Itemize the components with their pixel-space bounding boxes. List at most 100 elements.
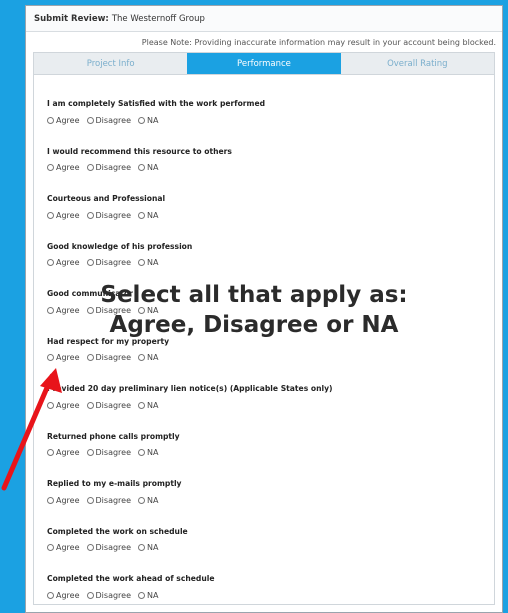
tab-performance[interactable]: Performance xyxy=(187,53,341,74)
questions-list: I am completely Satisfied with the work … xyxy=(33,75,495,605)
radio-label-disagree: Disagree xyxy=(95,543,132,552)
tab-project-info[interactable]: Project Info xyxy=(34,53,188,74)
radio-button[interactable] xyxy=(138,496,146,504)
question-label: Courteous and Professional xyxy=(47,194,166,203)
radio-option-na[interactable]: NA xyxy=(138,163,158,172)
radio-option-disagree[interactable]: Disagree xyxy=(86,305,132,315)
radio-option-na[interactable]: NA xyxy=(138,401,158,410)
radio-label-na: NA xyxy=(147,210,159,220)
radio-button[interactable] xyxy=(47,354,54,361)
question-label: Had respect for my property xyxy=(47,336,170,346)
radio-group: Agree Disagree NA xyxy=(47,301,494,319)
title-label: Submit Review: xyxy=(34,13,109,24)
question-label: Completed the work on schedule xyxy=(47,526,188,536)
radio-button[interactable] xyxy=(138,164,146,171)
radio-option-agree[interactable]: Agree xyxy=(47,211,80,220)
radio-option-na[interactable]: NA xyxy=(138,116,158,125)
radio-button[interactable] xyxy=(47,591,54,599)
radio-button[interactable] xyxy=(86,116,94,124)
radio-button[interactable] xyxy=(86,211,94,219)
radio-button[interactable] xyxy=(47,401,54,409)
radio-option-na[interactable]: NA xyxy=(138,353,158,362)
radio-option-disagree[interactable]: Disagree xyxy=(86,590,132,600)
radio-option-disagree[interactable]: Disagree xyxy=(86,401,131,410)
radio-option-disagree[interactable]: Disagree xyxy=(86,258,131,267)
radio-option-na[interactable]: NA xyxy=(138,543,158,552)
radio-button[interactable] xyxy=(47,259,54,266)
radio-option-agree[interactable]: Agree xyxy=(47,163,80,172)
radio-option-agree[interactable]: Agree xyxy=(47,543,80,552)
radio-button[interactable] xyxy=(138,544,146,551)
radio-button[interactable] xyxy=(86,306,94,314)
radio-option-agree[interactable]: Agree xyxy=(47,258,80,267)
radio-label-na: NA xyxy=(147,590,159,600)
radio-button[interactable] xyxy=(138,591,146,599)
radio-label-agree: Agree xyxy=(56,210,80,220)
radio-option-disagree[interactable]: Disagree xyxy=(86,163,132,172)
question-label: Replied to my e-mails promptly xyxy=(47,479,182,488)
radio-button[interactable] xyxy=(47,544,54,551)
radio-button[interactable] xyxy=(86,496,94,504)
question-label: Returned phone calls promptly xyxy=(47,431,180,441)
radio-button[interactable] xyxy=(138,449,146,456)
radio-button[interactable] xyxy=(47,306,54,314)
radio-label-disagree: Disagree xyxy=(95,590,132,600)
radio-button[interactable] xyxy=(86,354,94,361)
radio-button[interactable] xyxy=(138,116,146,124)
radio-option-disagree[interactable]: Disagree xyxy=(86,116,131,125)
radio-button[interactable] xyxy=(138,354,146,361)
radio-button[interactable] xyxy=(47,211,54,219)
radio-option-disagree[interactable]: Disagree xyxy=(86,543,132,552)
radio-option-agree[interactable]: Agree xyxy=(47,306,80,315)
radio-option-agree[interactable]: Agree xyxy=(47,401,80,410)
radio-option-na[interactable]: NA xyxy=(138,258,158,267)
radio-option-na[interactable]: NA xyxy=(138,591,158,600)
radio-button[interactable] xyxy=(138,306,146,314)
radio-label-disagree: Disagree xyxy=(95,448,132,457)
radio-option-na[interactable]: NA xyxy=(138,448,158,457)
radio-button[interactable] xyxy=(47,116,54,124)
radio-button[interactable] xyxy=(86,449,94,456)
radio-label-disagree: Disagree xyxy=(95,305,132,315)
radio-label-disagree: Disagree xyxy=(95,163,132,172)
radio-option-disagree[interactable]: Disagree xyxy=(86,448,132,457)
radio-button[interactable] xyxy=(47,164,54,171)
radio-option-na[interactable]: NA xyxy=(138,211,158,220)
radio-button[interactable] xyxy=(86,544,94,551)
radio-button[interactable] xyxy=(138,259,146,266)
tab-overall-rating[interactable]: Overall Rating xyxy=(340,53,494,74)
radio-option-na[interactable]: NA xyxy=(138,496,158,505)
question-item: Had respect for my property Agree Disagree… xyxy=(47,335,494,383)
question-item: Returned phone calls promptly Agree Disagr… xyxy=(47,430,494,478)
radio-option-disagree[interactable]: Disagree xyxy=(86,496,131,505)
radio-label-na: NA xyxy=(147,353,159,362)
question-item: Completed the work on schedule Agree Disag… xyxy=(47,525,494,573)
radio-label-na: NA xyxy=(147,163,159,172)
radio-label-agree: Agree xyxy=(56,590,80,600)
radio-label-na: NA xyxy=(147,115,159,125)
radio-label-disagree: Disagree xyxy=(95,210,132,220)
radio-button[interactable] xyxy=(47,496,54,504)
radio-option-agree[interactable]: Agree xyxy=(47,116,80,125)
radio-option-agree[interactable]: Agree xyxy=(47,591,80,600)
radio-option-agree[interactable]: Agree xyxy=(47,353,80,362)
radio-group: Agree Disagree NA xyxy=(47,396,494,414)
radio-option-na[interactable]: NA xyxy=(138,306,158,315)
radio-button[interactable] xyxy=(138,401,146,409)
radio-button[interactable] xyxy=(47,449,54,456)
question-item: Completed the work ahead of schedule Agre… xyxy=(47,572,494,612)
radio-label-agree: Agree xyxy=(56,163,80,172)
radio-button[interactable] xyxy=(138,211,146,219)
radio-option-disagree[interactable]: Disagree xyxy=(86,353,131,362)
radio-option-agree[interactable]: Agree xyxy=(47,448,80,457)
question-label: Good communicator xyxy=(47,289,133,298)
radio-option-disagree[interactable]: Disagree xyxy=(86,210,132,220)
radio-label-na: NA xyxy=(147,495,159,505)
question-label: Completed the work ahead of schedule xyxy=(47,574,215,583)
radio-button[interactable] xyxy=(86,401,94,409)
radio-label-agree: Agree xyxy=(56,305,80,315)
radio-button[interactable] xyxy=(86,591,94,599)
radio-option-agree[interactable]: Agree xyxy=(47,496,80,505)
radio-button[interactable] xyxy=(86,259,94,266)
radio-button[interactable] xyxy=(86,164,94,171)
